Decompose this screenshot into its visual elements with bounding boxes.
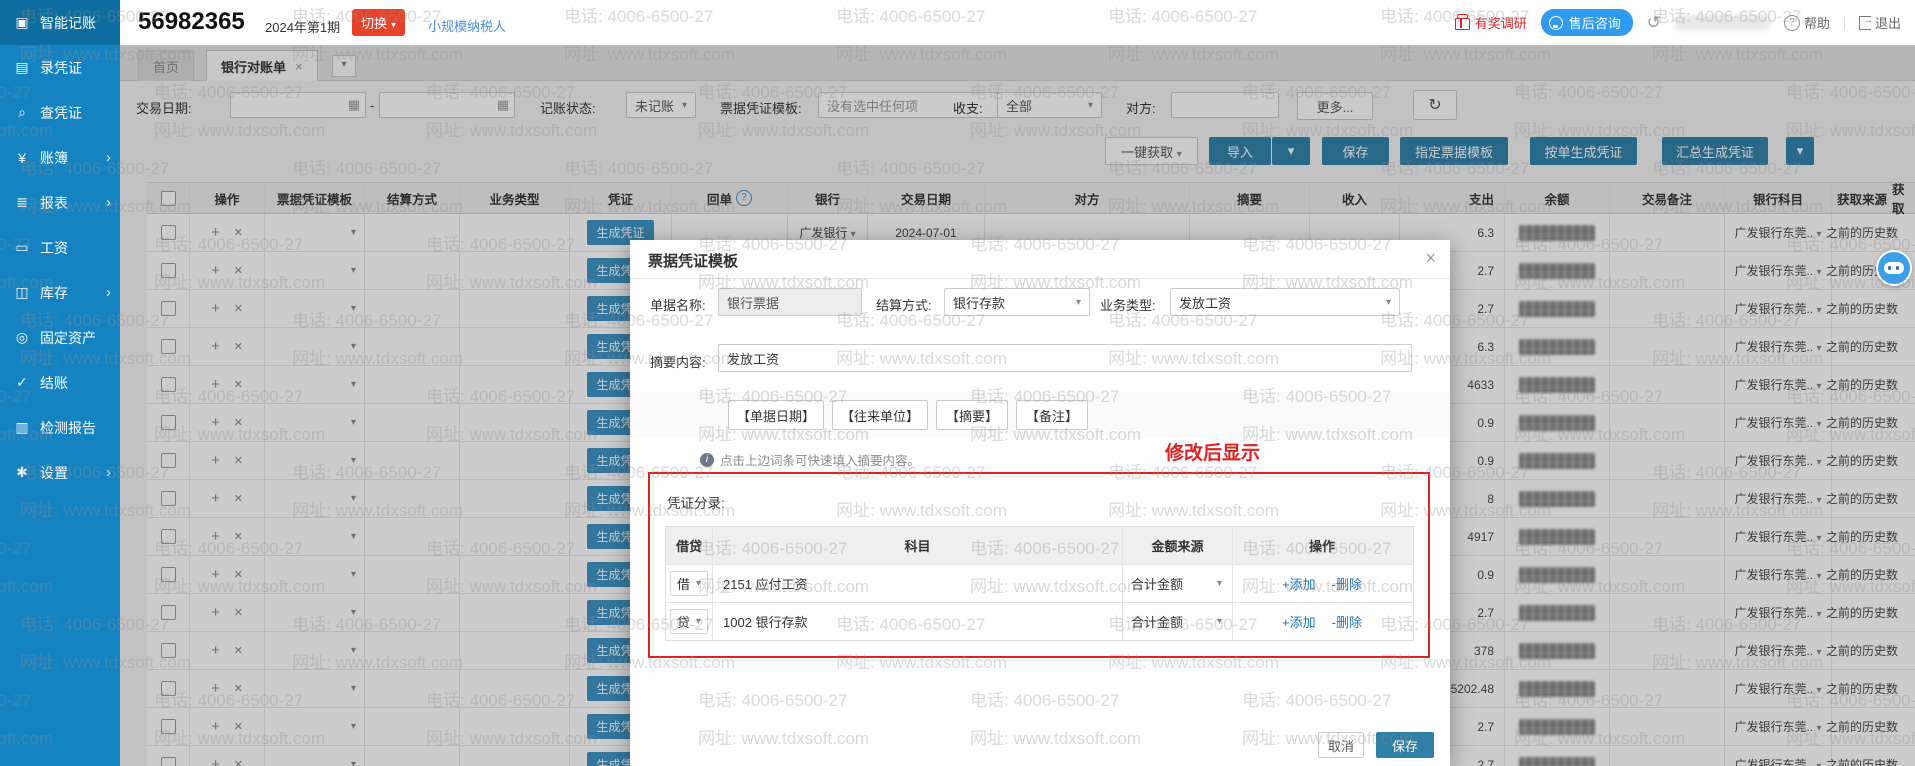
doc-name-input[interactable]: 银行票据 (718, 288, 862, 316)
delete-entry-link[interactable]: -删除 (1332, 612, 1362, 631)
sidebar-item-0[interactable]: ▣ 智能记账 (0, 0, 120, 45)
token-tip: i 点击上边词条可快速填入摘要内容。 (700, 450, 920, 469)
menu-assets-icon: ◎ (13, 329, 31, 346)
business-type-select[interactable]: 发放工资▾ (1170, 288, 1400, 316)
sidebar-item-label: 智能记账 (40, 13, 96, 33)
doc-name-label: 单据名称: (650, 295, 706, 314)
menu-smart-icon: ▣ (13, 14, 31, 31)
token-button-strip: 【单据日期】 【往来单位】 【摘要】 【备注】 (630, 392, 1450, 438)
token-doc-date-button[interactable]: 【单据日期】 (728, 400, 824, 430)
token-summary-button[interactable]: 【摘要】 (936, 400, 1008, 430)
sidebar-item-9[interactable]: ▥ 检测报告 (0, 405, 120, 450)
menu-entry-icon: ▤ (13, 59, 31, 76)
period-label: 2024年第1期 (265, 17, 340, 36)
sidebar-item-label: 结账 (40, 373, 68, 393)
logout-button[interactable]: 退出 (1859, 13, 1901, 32)
modal-footer: 取消 保存 (630, 720, 1450, 766)
amount-source-select[interactable]: 合计金额▾ (1123, 565, 1233, 602)
menu-check-icon: ▥ (13, 419, 31, 436)
voucher-entries-table: 借贷 科目 金额来源 操作 借▾ 2151 应付工资 合计金额▾ +添加 -删除 (665, 526, 1414, 641)
debit-credit-select[interactable]: 借▾ (670, 571, 708, 596)
settlement-select[interactable]: 银行存款▾ (944, 288, 1090, 316)
sidebar-item-label: 工资 (40, 238, 68, 258)
undo-icon[interactable]: ↺ (1647, 13, 1661, 33)
sidebar-item-label: 报表 (40, 193, 68, 213)
sidebar-item-1[interactable]: ▤ 录凭证 (0, 45, 120, 90)
menu-settings-icon: ✱ (13, 464, 31, 481)
modal-close-icon[interactable]: × (1425, 248, 1436, 269)
summary-content-label: 摘要内容: (650, 352, 706, 371)
app-window: ▣ 智能记账 ▤ 录凭证 ⌕ 查凭证 ¥ 账簿 › ≣ 报表 › ▭ 工资 ◫ 库存 › ◎ 固定资产 ✓ 结账 ▥ 检测报… (0, 0, 1915, 766)
amount-source-select[interactable]: 合计金额▾ (1123, 603, 1233, 640)
help-button[interactable]: ? 帮助 (1784, 13, 1830, 32)
chevron-right-icon: › (106, 194, 111, 211)
red-annotation: 修改后显示 (1165, 438, 1260, 465)
cancel-button[interactable]: 取消 (1318, 732, 1364, 758)
gift-icon (1455, 18, 1470, 30)
add-entry-link[interactable]: +添加 (1282, 574, 1316, 593)
after-sales-support-button[interactable]: 售后咨询 (1541, 9, 1633, 36)
entries-header-row: 借贷 科目 金额来源 操作 (666, 527, 1413, 564)
topbar: 56982365 2024年第1期 切换▾ 小规模纳税人 有奖调研 售后咨询 ↺… (120, 0, 1915, 46)
entries-label: 凭证分录: (667, 492, 725, 512)
menu-search-icon: ⌕ (13, 104, 31, 121)
headset-icon (1549, 16, 1563, 30)
sidebar-item-label: 库存 (40, 283, 68, 303)
menu-report-icon: ≣ (13, 194, 31, 211)
divider (1844, 16, 1845, 30)
username-redacted (1675, 15, 1770, 30)
debit-credit-select[interactable]: 贷▾ (670, 609, 708, 634)
modal-save-button[interactable]: 保存 (1376, 732, 1434, 758)
summary-content-input[interactable]: 发放工资 (718, 344, 1412, 372)
template-modal: 票据凭证模板 × 单据名称: 银行票据 结算方式: 银行存款▾ 业务类型: 发放… (630, 240, 1450, 766)
delete-entry-link[interactable]: -删除 (1332, 574, 1362, 593)
sidebar-item-10[interactable]: ✱ 设置 › (0, 450, 120, 495)
sidebar-item-2[interactable]: ⌕ 查凭证 (0, 90, 120, 135)
annotation-red-box: 凭证分录: 借贷 科目 金额来源 操作 借▾ 2151 应付工资 合计金额▾ +… (648, 472, 1430, 658)
sidebar-item-8[interactable]: ✓ 结账 (0, 360, 120, 405)
modal-titlebar: 票据凭证模板 × (630, 240, 1450, 279)
entry-row-debit: 借▾ 2151 应付工资 合计金额▾ +添加 -删除 (666, 564, 1413, 602)
business-type-label: 业务类型: (1100, 295, 1156, 314)
info-icon: i (700, 453, 714, 467)
switch-account-button[interactable]: 切换▾ (352, 9, 405, 36)
sidebar-item-label: 固定资产 (40, 328, 96, 348)
settlement-label: 结算方式: (876, 295, 932, 314)
menu-closing-icon: ✓ (13, 374, 31, 391)
sidebar: ▣ 智能记账 ▤ 录凭证 ⌕ 查凭证 ¥ 账簿 › ≣ 报表 › ▭ 工资 ◫ 库存 › ◎ 固定资产 ✓ 结账 ▥ 检测报… (0, 0, 120, 766)
survey-link[interactable]: 有奖调研 (1455, 13, 1527, 32)
sidebar-item-label: 账簿 (40, 148, 68, 168)
token-counterparty-button[interactable]: 【往来单位】 (832, 400, 928, 430)
help-icon: ? (1784, 15, 1800, 31)
chevron-right-icon: › (106, 149, 111, 166)
taxpayer-type-link[interactable]: 小规模纳税人 (428, 16, 506, 35)
token-remark-button[interactable]: 【备注】 (1016, 400, 1088, 430)
logout-icon (1859, 16, 1871, 30)
menu-salary-icon: ▭ (13, 239, 31, 256)
add-entry-link[interactable]: +添加 (1282, 612, 1316, 631)
sidebar-item-label: 设置 (40, 463, 68, 483)
sidebar-item-label: 检测报告 (40, 418, 96, 438)
menu-ledger-icon: ¥ (13, 150, 31, 166)
sidebar-item-5[interactable]: ▭ 工资 (0, 225, 120, 270)
chevron-right-icon: › (106, 464, 111, 481)
sidebar-item-label: 录凭证 (40, 58, 82, 78)
sidebar-item-3[interactable]: ¥ 账簿 › (0, 135, 120, 180)
entry-row-credit: 贷▾ 1002 银行存款 合计金额▾ +添加 -删除 (666, 602, 1413, 640)
sidebar-item-4[interactable]: ≣ 报表 › (0, 180, 120, 225)
entry-subject: 2151 应付工资 (713, 565, 1123, 602)
modal-title: 票据凭证模板 (648, 250, 738, 271)
sidebar-item-label: 查凭证 (40, 103, 82, 123)
assistant-robot-icon[interactable] (1876, 250, 1912, 286)
chevron-right-icon: › (106, 284, 111, 301)
sidebar-item-6[interactable]: ◫ 库存 › (0, 270, 120, 315)
sidebar-item-7[interactable]: ◎ 固定资产 (0, 315, 120, 360)
entry-subject: 1002 银行存款 (713, 603, 1123, 640)
caret-down-icon: ▾ (391, 20, 396, 31)
account-number: 56982365 (138, 8, 245, 36)
menu-inventory-icon: ◫ (13, 284, 31, 301)
